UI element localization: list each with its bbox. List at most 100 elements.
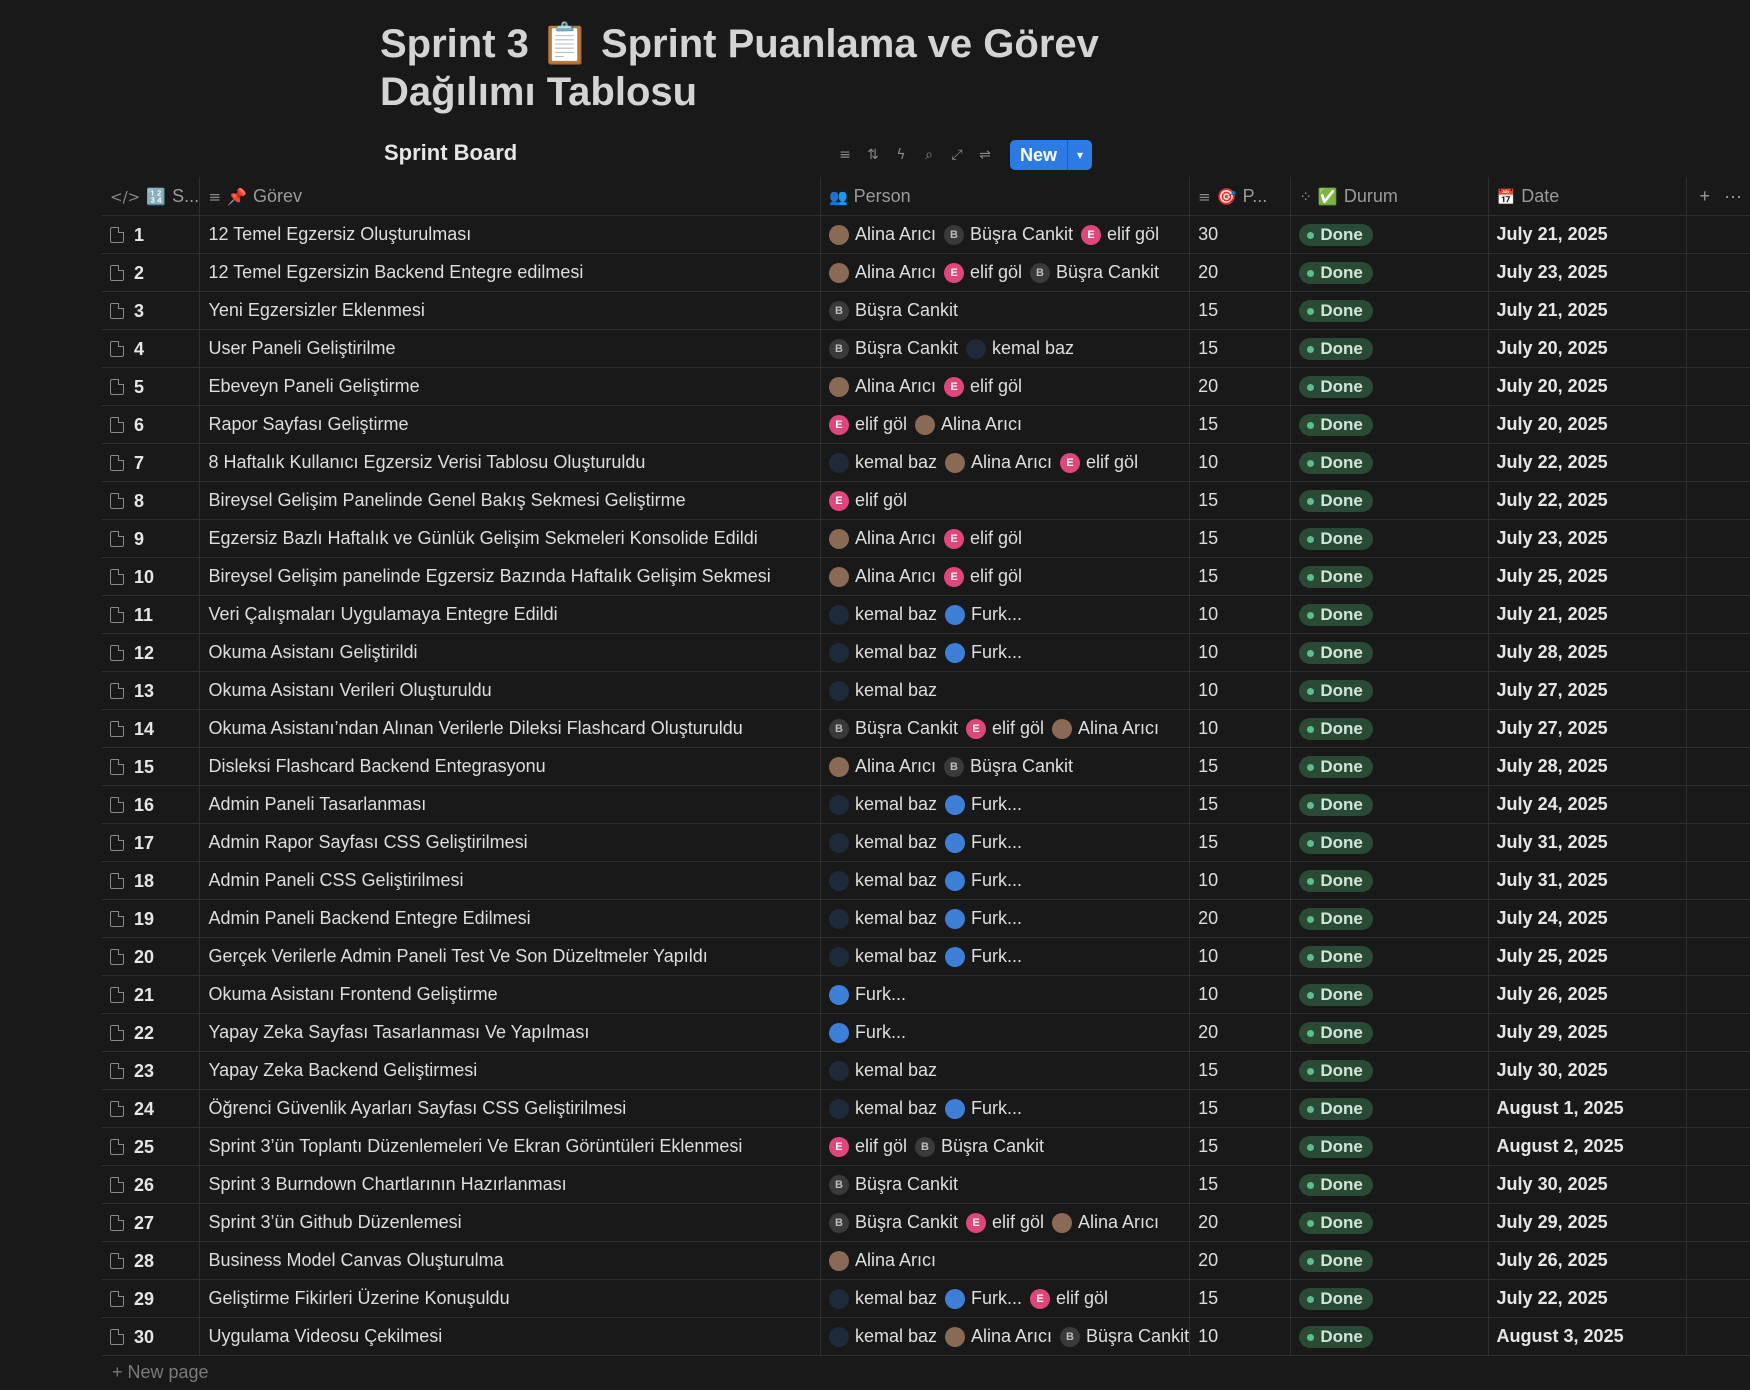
date-cell[interactable]: July 25, 2025 (1487, 937, 1687, 976)
points-cell[interactable]: 20 (1189, 253, 1291, 292)
date-cell[interactable]: July 20, 2025 (1487, 367, 1687, 406)
date-cell[interactable]: July 20, 2025 (1487, 329, 1687, 368)
table-row[interactable]: 8 Bireysel Gelişim Panelinde Genel Bakış… (102, 481, 1750, 520)
view-tab-sprint-board[interactable]: Sprint Board (384, 140, 517, 166)
column-header-date[interactable]: 📅 Date (1487, 177, 1687, 216)
task-cell[interactable]: Business Model Canvas Oluşturulma (199, 1241, 821, 1280)
person-chip[interactable]: kemal baz (828, 1288, 937, 1309)
person-chip[interactable]: kemal baz (828, 680, 937, 701)
column-header-sno[interactable]: </> 🔢 S... (102, 177, 200, 216)
person-chip[interactable]: B Büşra Cankit (828, 300, 958, 321)
task-cell[interactable]: User Paneli Geliştirilme (199, 329, 821, 368)
person-chip[interactable]: B Büşra Cankit (828, 718, 958, 739)
row-number-cell[interactable]: 2 (102, 253, 200, 292)
date-cell[interactable]: July 22, 2025 (1487, 481, 1687, 520)
date-cell[interactable]: July 22, 2025 (1487, 443, 1687, 482)
table-row[interactable]: 24 Öğrenci Güvenlik Ayarları Sayfası CSS… (102, 1089, 1750, 1128)
task-cell[interactable]: Rapor Sayfası Geliştirme (199, 405, 821, 444)
points-cell[interactable]: 15 (1189, 329, 1291, 368)
date-cell[interactable]: July 28, 2025 (1487, 747, 1687, 786)
date-cell[interactable]: July 23, 2025 (1487, 253, 1687, 292)
task-cell[interactable]: Bireysel Gelişim panelinde Egzersiz Bazı… (199, 557, 821, 596)
person-chip[interactable]: E elif göl (828, 1136, 907, 1157)
task-cell[interactable]: Sprint 3 Burndown Chartlarının Hazırlanm… (199, 1165, 821, 1204)
table-row[interactable]: 13 Okuma Asistanı Verileri Oluşturuldu k… (102, 671, 1750, 710)
status-cell[interactable]: Done (1290, 1279, 1489, 1318)
person-cell[interactable]: kemal baz Furk... E elif göl (819, 1279, 1190, 1318)
person-cell[interactable]: E elif göl B Büşra Cankit (819, 1127, 1190, 1166)
date-cell[interactable]: July 22, 2025 (1487, 1279, 1687, 1318)
person-chip[interactable]: E elif göl (828, 414, 907, 435)
status-cell[interactable]: Done (1290, 899, 1489, 938)
row-number-cell[interactable]: 24 (102, 1089, 200, 1128)
person-chip[interactable]: E elif göl (965, 1212, 1044, 1233)
table-row[interactable]: 1 12 Temel Egzersiz Oluşturulması Alina … (102, 215, 1750, 254)
task-cell[interactable]: Ebeveyn Paneli Geliştirme (199, 367, 821, 406)
date-cell[interactable]: July 31, 2025 (1487, 861, 1687, 900)
person-chip[interactable]: E elif göl (1030, 1288, 1108, 1309)
task-cell[interactable]: Okuma Asistanı Verileri Oluşturuldu (199, 671, 821, 710)
table-row[interactable]: 10 Bireysel Gelişim panelinde Egzersiz B… (102, 557, 1750, 596)
row-number-cell[interactable]: 28 (102, 1241, 200, 1280)
row-number-cell[interactable]: 18 (102, 861, 200, 900)
column-header-person[interactable]: 👥 Person (819, 177, 1190, 216)
date-cell[interactable]: July 27, 2025 (1487, 709, 1687, 748)
status-cell[interactable]: Done (1290, 443, 1489, 482)
points-cell[interactable]: 10 (1189, 709, 1291, 748)
status-cell[interactable]: Done (1290, 595, 1489, 634)
row-number-cell[interactable]: 13 (102, 671, 200, 710)
new-page-button[interactable]: + New page (112, 1362, 209, 1383)
points-cell[interactable]: 15 (1189, 1165, 1291, 1204)
table-row[interactable]: 6 Rapor Sayfası Geliştirme E elif göl Al… (102, 405, 1750, 444)
task-cell[interactable]: Okuma Asistanı Frontend Geliştirme (199, 975, 821, 1014)
points-cell[interactable]: 15 (1189, 823, 1291, 862)
points-cell[interactable]: 15 (1189, 747, 1291, 786)
table-row[interactable]: 29 Geliştirme Fikirleri Üzerine Konuşuld… (102, 1279, 1750, 1318)
person-chip[interactable]: B Büşra Cankit (828, 1212, 958, 1233)
table-row[interactable]: 14 Okuma Asistanı’ndan Alınan Verilerle … (102, 709, 1750, 748)
person-chip[interactable]: B Büşra Cankit (828, 338, 958, 359)
row-number-cell[interactable]: 27 (102, 1203, 200, 1242)
person-chip[interactable]: E elif göl (943, 528, 1022, 549)
person-chip[interactable]: kemal baz (828, 1098, 937, 1119)
person-cell[interactable]: Furk... (819, 1013, 1190, 1052)
date-cell[interactable]: July 30, 2025 (1487, 1051, 1687, 1090)
date-cell[interactable]: July 21, 2025 (1487, 215, 1687, 254)
status-cell[interactable]: Done (1290, 975, 1489, 1014)
row-number-cell[interactable]: 22 (102, 1013, 200, 1052)
row-number-cell[interactable]: 17 (102, 823, 200, 862)
points-cell[interactable]: 15 (1189, 519, 1291, 558)
row-number-cell[interactable]: 25 (102, 1127, 200, 1166)
person-chip[interactable]: B Büşra Cankit (914, 1136, 1044, 1157)
points-cell[interactable]: 10 (1189, 937, 1291, 976)
person-chip[interactable]: kemal baz (828, 642, 937, 663)
date-cell[interactable]: August 2, 2025 (1487, 1127, 1687, 1166)
person-chip[interactable]: B Büşra Cankit (943, 756, 1073, 777)
status-cell[interactable]: Done (1290, 1165, 1489, 1204)
new-button[interactable]: New ▾ (1010, 140, 1093, 170)
person-chip[interactable]: E elif göl (1081, 224, 1159, 245)
person-chip[interactable]: E elif göl (943, 566, 1022, 587)
task-cell[interactable]: Yapay Zeka Backend Geliştirmesi (199, 1051, 821, 1090)
row-number-cell[interactable]: 7 (102, 443, 200, 482)
person-cell[interactable]: E elif göl (819, 481, 1190, 520)
date-cell[interactable]: July 31, 2025 (1487, 823, 1687, 862)
person-chip[interactable]: Furk... (944, 1098, 1022, 1119)
person-chip[interactable]: kemal baz (828, 946, 937, 967)
person-chip[interactable]: Furk... (828, 984, 906, 1005)
table-row[interactable]: 17 Admin Rapor Sayfası CSS Geliştirilmes… (102, 823, 1750, 862)
status-cell[interactable]: Done (1290, 671, 1489, 710)
person-chip[interactable]: Furk... (944, 908, 1022, 929)
row-number-cell[interactable]: 15 (102, 747, 200, 786)
task-cell[interactable]: Yapay Zeka Sayfası Tasarlanması Ve Yapıl… (199, 1013, 821, 1052)
person-cell[interactable]: Furk... (819, 975, 1190, 1014)
person-chip[interactable]: Alina Arıcı (914, 414, 1022, 435)
person-cell[interactable]: Alina Arıcı E elif göl (819, 519, 1190, 558)
date-cell[interactable]: July 24, 2025 (1487, 899, 1687, 938)
person-chip[interactable]: kemal baz (965, 338, 1074, 359)
table-row[interactable]: 15 Disleksi Flashcard Backend Entegrasyo… (102, 747, 1750, 786)
person-chip[interactable]: Alina Arıcı (828, 262, 936, 283)
row-number-cell[interactable]: 14 (102, 709, 200, 748)
date-cell[interactable]: July 26, 2025 (1487, 975, 1687, 1014)
row-number-cell[interactable]: 16 (102, 785, 200, 824)
